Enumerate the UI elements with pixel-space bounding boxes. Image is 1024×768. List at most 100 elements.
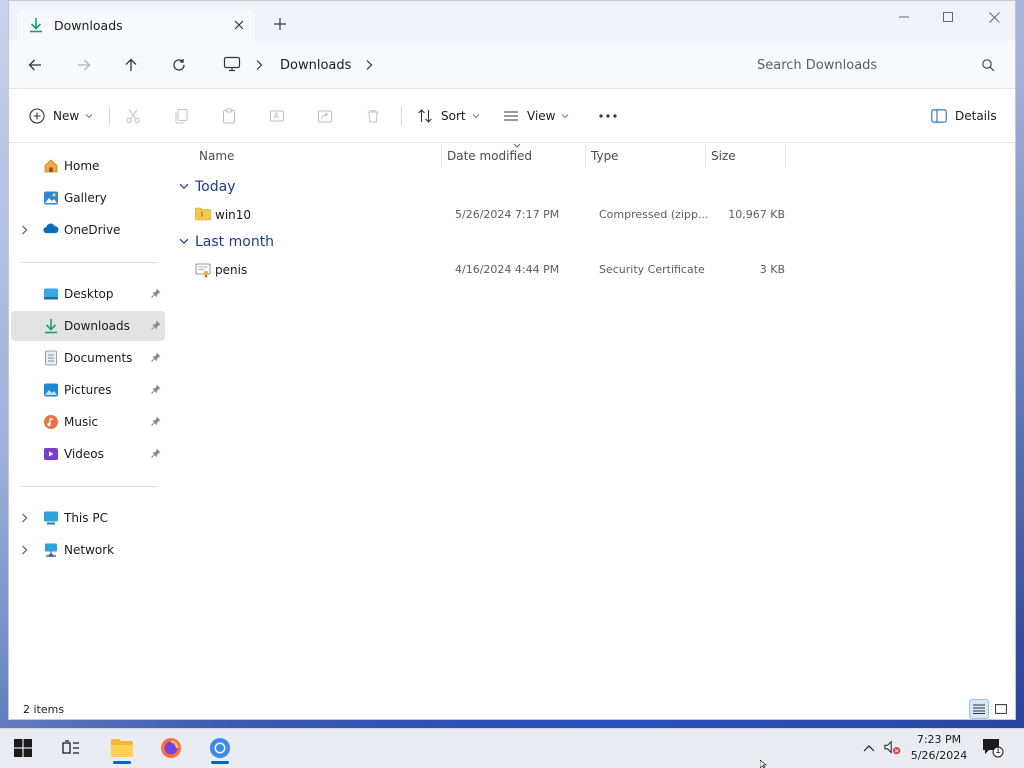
new-button[interactable]: New	[29, 104, 93, 128]
chevron-right-icon[interactable]	[255, 59, 265, 71]
taskbar-browser[interactable]	[201, 731, 239, 765]
nav-item-downloads[interactable]: Downloads	[11, 311, 165, 341]
pin-icon[interactable]	[151, 416, 163, 428]
taskbar-file-explorer[interactable]	[103, 731, 141, 765]
certificate-icon	[195, 262, 211, 278]
rename-button[interactable]	[269, 104, 285, 128]
volume-button[interactable]	[884, 739, 902, 757]
file-name: win10	[215, 208, 252, 222]
up-button[interactable]	[119, 53, 143, 77]
download-arrow-icon	[43, 318, 59, 334]
pin-icon[interactable]	[151, 448, 163, 460]
nav-label: Home	[64, 159, 100, 173]
tiles-view-toggle[interactable]	[991, 699, 1011, 719]
view-button[interactable]: View	[503, 104, 569, 128]
task-view-button[interactable]	[52, 731, 90, 765]
column-divider[interactable]	[705, 145, 706, 167]
nav-item-pictures[interactable]: Pictures	[11, 375, 165, 405]
more-options-button[interactable]	[599, 104, 617, 128]
file-row[interactable]: win10 5/26/2024 7:17 PM Compressed (zipp…	[173, 204, 793, 226]
new-tab-button[interactable]	[271, 15, 289, 33]
column-header-size[interactable]: Size	[711, 143, 736, 169]
forward-button[interactable]	[72, 53, 96, 77]
nav-item-onedrive[interactable]: OneDrive	[11, 215, 165, 245]
chevron-right-icon[interactable]	[21, 225, 29, 235]
chevron-right-icon[interactable]	[21, 545, 29, 555]
search-input[interactable]	[755, 56, 969, 74]
nav-item-music[interactable]: Music	[11, 407, 165, 437]
mouse-cursor-icon	[760, 760, 768, 768]
close-button[interactable]	[971, 5, 1015, 29]
search-icon[interactable]	[981, 58, 995, 72]
nav-item-network[interactable]: Network	[11, 535, 165, 565]
nav-item-desktop[interactable]: Desktop	[11, 279, 165, 309]
column-header-date-modified[interactable]: Date modified	[447, 143, 532, 169]
group-header-today[interactable]: Today	[179, 177, 236, 197]
details-view-icon	[973, 704, 985, 714]
details-pane-button[interactable]: Details	[931, 104, 997, 128]
taskbar-firefox[interactable]	[152, 731, 190, 765]
trash-icon	[367, 110, 379, 123]
large-icons-view-icon	[995, 704, 1007, 714]
breadcrumb-downloads[interactable]: Downloads	[280, 58, 351, 73]
computer-icon[interactable]	[223, 56, 241, 74]
chevron-down-icon	[561, 113, 569, 119]
clock-date: 5/26/2024	[910, 749, 968, 762]
tab-close-icon[interactable]	[229, 15, 249, 35]
chevron-right-icon[interactable]	[21, 513, 29, 523]
file-type: Compressed (zipp...	[599, 208, 709, 221]
refresh-button[interactable]	[167, 53, 191, 77]
nav-item-gallery[interactable]: Gallery	[11, 183, 165, 213]
details-view-toggle[interactable]	[969, 699, 989, 719]
sort-button[interactable]: Sort	[417, 104, 480, 128]
show-hidden-icons-button[interactable]	[860, 739, 878, 757]
tab-downloads[interactable]: Downloads	[17, 9, 255, 41]
file-explorer-window: Downloads Downloads Search Downloads New…	[8, 0, 1016, 720]
task-view-icon	[62, 740, 79, 754]
nav-item-documents[interactable]: Documents	[11, 343, 165, 373]
nav-label: Desktop	[64, 287, 114, 301]
column-header-name[interactable]: Name	[199, 143, 234, 169]
notifications-button[interactable]: 1	[982, 737, 1004, 759]
ellipsis-icon	[599, 114, 617, 118]
column-header-type[interactable]: Type	[591, 143, 619, 169]
nav-item-this-pc[interactable]: This PC	[11, 503, 165, 533]
nav-item-videos[interactable]: Videos	[11, 439, 165, 469]
view-label: View	[527, 109, 556, 123]
column-divider[interactable]	[785, 145, 786, 167]
copy-button[interactable]	[173, 104, 189, 128]
delete-button[interactable]	[365, 104, 381, 128]
breadcrumb-bar[interactable]: Downloads	[215, 49, 735, 81]
back-button[interactable]	[23, 53, 47, 77]
firefox-icon	[161, 738, 181, 758]
minimize-button[interactable]	[881, 5, 927, 29]
rename-icon	[270, 110, 284, 122]
cut-button[interactable]	[125, 104, 141, 128]
pin-icon[interactable]	[151, 320, 163, 332]
nav-label: Pictures	[64, 383, 112, 397]
start-button[interactable]	[4, 731, 42, 765]
search-box[interactable]	[743, 49, 1005, 81]
group-header-last-month[interactable]: Last month	[179, 232, 274, 252]
active-app-indicator	[211, 761, 229, 764]
maximize-button[interactable]	[925, 5, 971, 29]
system-clock[interactable]: 7:23 PM 5/26/2024	[906, 732, 972, 764]
share-button[interactable]	[317, 104, 333, 128]
details-label: Details	[955, 109, 997, 123]
maximize-icon	[943, 12, 953, 22]
refresh-icon	[173, 59, 185, 71]
pin-icon[interactable]	[151, 384, 163, 396]
nav-label: Network	[64, 543, 115, 557]
pin-icon[interactable]	[151, 352, 163, 364]
chevron-right-icon[interactable]	[365, 59, 375, 71]
chevron-down-icon	[85, 113, 93, 119]
nav-item-home[interactable]: Home	[11, 151, 165, 181]
clock-time: 7:23 PM	[916, 733, 962, 746]
column-divider[interactable]	[441, 145, 442, 167]
paste-button[interactable]	[221, 104, 237, 128]
file-row[interactable]: penis 4/16/2024 4:44 PM Security Certifi…	[173, 259, 793, 281]
pictures-icon	[43, 382, 59, 398]
tab-title: Downloads	[54, 17, 123, 33]
pin-icon[interactable]	[151, 288, 163, 300]
column-divider[interactable]	[585, 145, 586, 167]
